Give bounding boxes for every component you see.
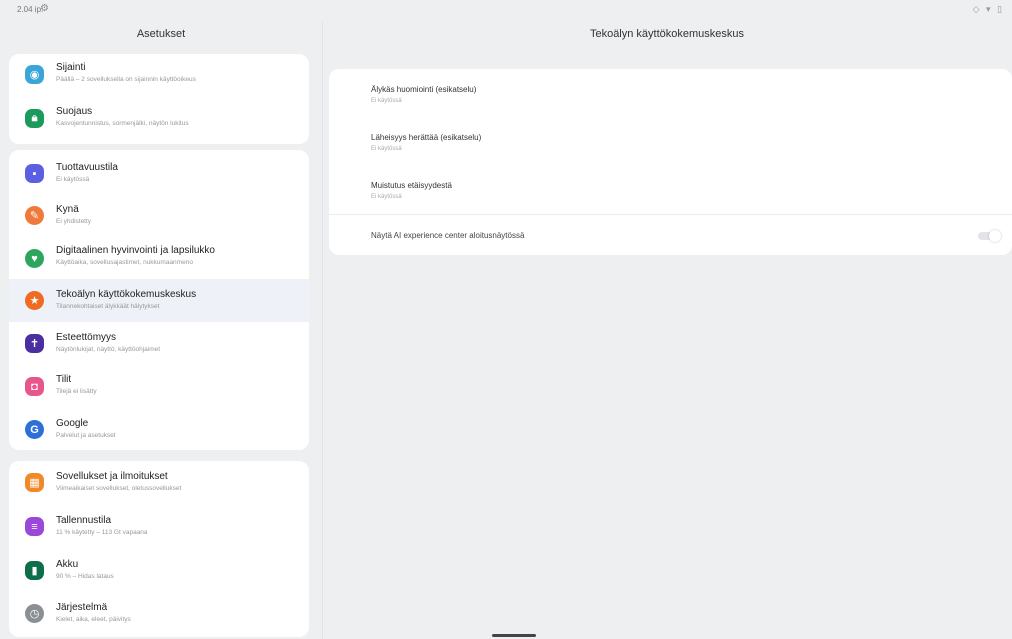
item-subtitle: Kasvojentunnistus, sormenjälki, näytön l… bbox=[56, 120, 189, 127]
settings-item-akku[interactable]: ▮ Akku 90 % – Hidas lataus bbox=[9, 547, 309, 592]
location-icon: ◉ bbox=[25, 65, 44, 84]
status-icons: ◇ ▾ ▯ bbox=[972, 4, 1004, 14]
settings-title: Asetukset bbox=[136, 28, 186, 40]
item-title: Järjestelmä bbox=[56, 602, 108, 613]
gesture-handle[interactable] bbox=[492, 634, 536, 637]
item-title: Muistutus etäisyydestä bbox=[371, 181, 452, 190]
item-title: Esteettömyys bbox=[56, 332, 117, 343]
item-subtitle: Tilejä ei lisätty bbox=[56, 388, 97, 395]
item-title: Google bbox=[56, 418, 89, 429]
item-subtitle: Ei käytössä bbox=[56, 176, 90, 183]
page-title: Tekoälyn käyttökokemuskeskus bbox=[589, 28, 745, 40]
item-title: Akku bbox=[56, 559, 79, 570]
google-icon: G bbox=[25, 420, 44, 439]
storage-icon: ≡ bbox=[25, 517, 44, 536]
settings-item-sovellukset[interactable]: ▦ Sovellukset ja ilmoitukset Viimeaikais… bbox=[9, 461, 309, 504]
item-title: Sovellukset ja ilmoitukset bbox=[56, 471, 168, 482]
settings-item-sijainti[interactable]: ◉ Sijainti Päällä – 2 sovelluksella on s… bbox=[9, 54, 309, 97]
item-subtitle: Palvelut ja asetukset bbox=[56, 432, 116, 439]
settings-item-esteettomyys[interactable]: ✝ Esteettömyys Näytönlukijat, näyttö, kä… bbox=[9, 322, 309, 365]
wellbeing-icon: ♥ bbox=[25, 249, 44, 268]
toggle-knob bbox=[989, 230, 1001, 242]
item-title: Digitaalinen hyvinvointi ja lapsilukko bbox=[56, 245, 215, 256]
accessibility-icon: ✝ bbox=[25, 334, 44, 353]
account-icon: ◘ bbox=[25, 377, 44, 396]
settings-item-tallennustila[interactable]: ≡ Tallennustila 11 % käytetty – 113 Gt v… bbox=[9, 504, 309, 547]
item-title: Sijainti bbox=[56, 62, 86, 73]
item-subtitle: 90 % – Hidas lataus bbox=[56, 573, 114, 580]
item-title: Tilit bbox=[56, 374, 72, 385]
item-subtitle: Tilannekohtaiset älykkäät hälytykset bbox=[56, 303, 160, 310]
settings-item-suojaus[interactable]: 🔒︎ Suojaus Kasvojentunnistus, sormenjälk… bbox=[9, 97, 309, 144]
productivity-icon: ▪ bbox=[25, 164, 44, 183]
item-title: Läheisyys herättää (esikatselu) bbox=[371, 133, 482, 142]
item-subtitle: Kielet, aika, eleet, päivitys bbox=[56, 616, 131, 623]
item-title: Suojaus bbox=[56, 106, 93, 117]
settings-item-kyna[interactable]: ✎ Kynä Ei yhdistetty bbox=[9, 193, 309, 236]
settings-item-hyvinvointi[interactable]: ♥ Digitaalinen hyvinvointi ja lapsilukko… bbox=[9, 236, 309, 279]
distance-reminder-item[interactable]: Muistutus etäisyydestä Ei käytössä bbox=[329, 169, 1012, 209]
proximity-wake-item[interactable]: Läheisyys herättää (esikatselu) Ei käytö… bbox=[329, 121, 1012, 161]
ai-experience-card: Älykäs huomiointi (esikatselu) Ei käytös… bbox=[329, 69, 1012, 255]
item-subtitle: Ei yhdistetty bbox=[56, 218, 92, 225]
settings-group-3: ▦ Sovellukset ja ilmoitukset Viimeaikais… bbox=[9, 461, 309, 637]
smart-attention-item[interactable]: Älykäs huomiointi (esikatselu) Ei käytös… bbox=[329, 73, 1012, 113]
settings-group-1: ◉ Sijainti Päällä – 2 sovelluksella on s… bbox=[9, 54, 309, 144]
item-subtitle: Ei käytössä bbox=[371, 194, 402, 200]
settings-group-2: ▪ Tuottavuustila Ei käytössä ✎ Kynä Ei y… bbox=[9, 150, 309, 450]
item-subtitle: Käyttöaika, sovellusajastimet, nukkumaan… bbox=[56, 259, 193, 266]
item-title: Älykäs huomiointi (esikatselu) bbox=[371, 85, 477, 94]
item-title: Tallennustila bbox=[56, 515, 112, 526]
item-subtitle: Viimeaikaiset sovellukset, oletussovellu… bbox=[56, 485, 182, 492]
battery-icon: ▮ bbox=[25, 561, 44, 580]
settings-list[interactable]: ◉ Sijainti Päällä – 2 sovelluksella on s… bbox=[0, 54, 322, 639]
show-on-homescreen-toggle[interactable] bbox=[978, 230, 1001, 242]
apps-icon: ▦ bbox=[25, 473, 44, 492]
settings-item-tilit[interactable]: ◘ Tilit Tilejä ei lisätty bbox=[9, 365, 309, 408]
lock-icon: 🔒︎ bbox=[25, 109, 44, 128]
settings-item-jarjestelma[interactable]: ◷ Järjestelmä Kielet, aika, eleet, päivi… bbox=[9, 592, 309, 637]
item-title: Näytä AI experience center aloitusnäytös… bbox=[371, 231, 525, 240]
item-title: Tekoälyn käyttökokemuskeskus bbox=[56, 289, 197, 300]
info-icon: ◷ bbox=[25, 604, 44, 623]
item-subtitle: 11 % käytetty – 113 Gt vapaana bbox=[56, 529, 148, 536]
show-on-homescreen-row[interactable]: Näytä AI experience center aloitusnäytös… bbox=[329, 215, 1012, 255]
settings-item-tekoaly[interactable]: ★ Tekoälyn käyttökokemuskeskus Tilanneko… bbox=[9, 279, 309, 322]
item-title: Kynä bbox=[56, 204, 79, 215]
status-bar: 2.04 ip. ⚙ ◇ ▾ ▯ bbox=[0, 0, 1012, 20]
item-subtitle: Päällä – 2 sovelluksella on sijainnin kä… bbox=[56, 76, 196, 83]
gear-icon: ⚙ bbox=[40, 3, 49, 14]
pen-icon: ✎ bbox=[25, 206, 44, 225]
pane-divider bbox=[322, 22, 323, 639]
item-subtitle: Ei käytössä bbox=[371, 146, 402, 152]
settings-item-tuottavuustila[interactable]: ▪ Tuottavuustila Ei käytössä bbox=[9, 150, 309, 193]
star-icon: ★ bbox=[25, 291, 44, 310]
item-subtitle: Ei käytössä bbox=[371, 98, 402, 104]
item-subtitle: Näytönlukijat, näyttö, käyttöohjaimet bbox=[56, 346, 161, 353]
item-title: Tuottavuustila bbox=[56, 162, 118, 173]
settings-item-google[interactable]: G Google Palvelut ja asetukset bbox=[9, 408, 309, 450]
